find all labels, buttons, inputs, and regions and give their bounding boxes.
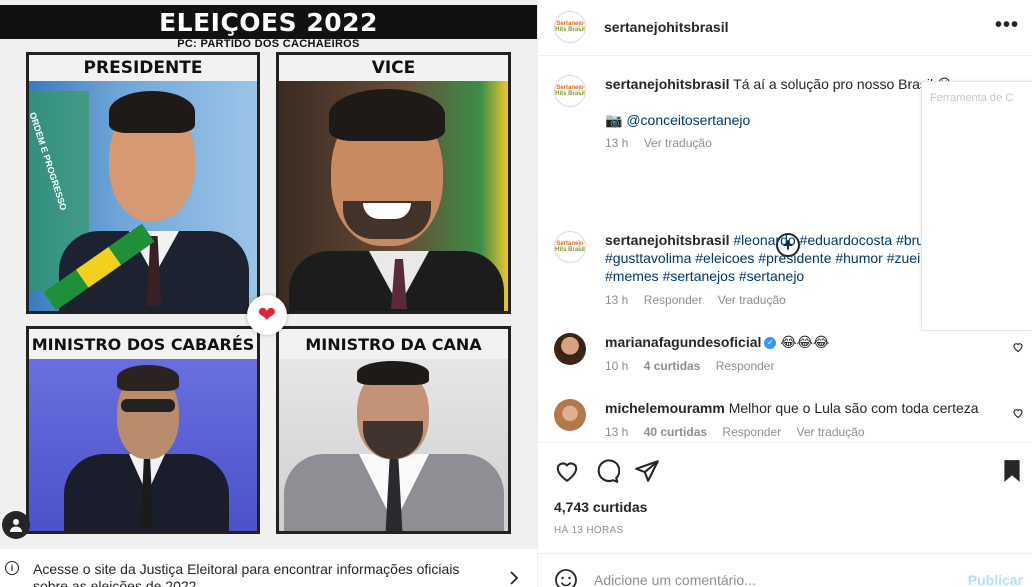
avatar-text: Hits Brasil (555, 91, 585, 97)
comment-body: Melhor que o Lula são com toda certeza (728, 400, 979, 416)
heart-icon: ❤ (247, 295, 287, 335)
reply-link[interactable]: Responder (716, 359, 775, 373)
like-comment-heart-icon[interactable] (1012, 341, 1024, 353)
emoji-smile-icon[interactable] (554, 568, 578, 587)
post-header: Sertanejo Hits Brasil sertanejohitsbrasi… (538, 0, 1032, 56)
image-title: ELEIÇOES 2022 (159, 7, 378, 37)
hair (109, 91, 195, 133)
card-photo (279, 359, 508, 531)
comment-likes[interactable]: 4 curtidas (644, 359, 701, 373)
card-photo (29, 359, 257, 531)
credit-link[interactable]: @conceitosertanejo (626, 112, 750, 128)
post-sidebar: Sertanejo Hits Brasil sertanejohitsbrasi… (537, 0, 1032, 587)
like-heart-icon[interactable] (554, 458, 580, 484)
see-translation-link[interactable]: Ver tradução (796, 425, 864, 439)
header-username[interactable]: sertanejohitsbrasil (604, 19, 729, 35)
card-ministro-cana: MINISTRO DA CANA (276, 326, 511, 534)
comment-time: 13 h (605, 425, 629, 439)
comment-username[interactable]: michelemouramm (605, 400, 725, 416)
person-icon (10, 519, 22, 532)
comment-avatar[interactable] (554, 333, 586, 365)
comment-text: michelemouramm Melhor que o Lula são com… (605, 399, 1000, 417)
card-label: PRESIDENTE (29, 55, 257, 81)
hair (357, 361, 429, 385)
comment-username[interactable]: marianafagundesoficial (605, 334, 761, 350)
chevron-right-icon[interactable] (508, 571, 520, 585)
caption-body: Tá aí a solução pro nosso Brasil 😅 (733, 76, 952, 92)
comment-likes[interactable]: 40 curtidas (644, 425, 707, 439)
like-comment-heart-icon[interactable] (1012, 407, 1024, 419)
more-options-icon[interactable]: ••• (995, 14, 1019, 37)
comment-time: 13 h (605, 293, 629, 307)
comment-meta: 13 h 40 curtidas Responder Ver tradução (605, 425, 877, 439)
caption-time: 13 h (605, 136, 629, 150)
post-time-ago: HÁ 13 HORAS (554, 525, 624, 536)
comments-list[interactable]: Sertanejo Hits Brasil sertanejohitsbrasi… (538, 57, 1032, 442)
see-translation-link[interactable]: Ver tradução (644, 136, 712, 150)
camera-icon: 📷 (605, 112, 623, 128)
comment-body: 😂😂😂 (780, 334, 830, 350)
comment-avatar[interactable] (554, 399, 586, 431)
tagged-users-icon[interactable] (2, 511, 30, 539)
reply-link[interactable]: Responder (644, 293, 703, 307)
comment-item: marianafagundesoficial ✓ 😂😂😂 10 h 4 curti… (554, 333, 1019, 377)
comment-input[interactable] (594, 570, 934, 587)
card-label: MINISTRO DOS CABARÉS (29, 329, 257, 359)
comment-item: michelemouramm Melhor que o Lula são com… (554, 399, 1019, 442)
comment-meta: 13 h Responder Ver tradução (605, 293, 798, 307)
info-icon: i (5, 561, 19, 575)
card-photo (279, 81, 508, 311)
translation-tool-panel[interactable]: Ferramenta de C (921, 81, 1032, 331)
post-comment-button[interactable]: Publicar (968, 572, 1023, 587)
hair (117, 365, 179, 391)
share-paper-plane-icon[interactable] (634, 458, 660, 484)
card-presidente: PRESIDENTE ORDEM E PROGRESSO (26, 52, 260, 314)
comment-time: 10 h (605, 359, 629, 373)
likes-count[interactable]: 4,743 curtidas (554, 499, 647, 515)
comment-bubble-icon[interactable] (594, 458, 620, 484)
hair (329, 89, 445, 141)
comment-text: marianafagundesoficial ✓ 😂😂😂 (605, 333, 1000, 351)
avatar-text: Hits Brasil (555, 27, 585, 33)
election-notice-banner[interactable]: i Acesse o site da Justiça Eleitoral par… (0, 548, 537, 587)
card-photo: ORDEM E PROGRESSO (29, 81, 257, 311)
card-label: VICE (279, 55, 508, 81)
add-comment-bar: Publicar (538, 553, 1032, 587)
see-translation-link[interactable]: Ver tradução (718, 293, 786, 307)
caption-meta: 13 h Ver tradução (605, 136, 724, 150)
overlay-text: Ferramenta de C (930, 92, 1014, 104)
reply-link[interactable]: Responder (722, 425, 781, 439)
sunglasses (121, 399, 175, 412)
profile-avatar[interactable]: Sertanejo Hits Brasil (554, 11, 586, 43)
post-image[interactable]: ELEIÇOES 2022 PC: PARTIDO DOS CACHAEIROS… (0, 0, 537, 587)
card-label: MINISTRO DA CANA (279, 329, 508, 359)
notice-text: Acesse o site da Justiça Eleitoral para … (33, 561, 460, 587)
saved-bookmark-icon[interactable] (999, 458, 1025, 484)
comment-meta: 10 h 4 curtidas Responder (605, 359, 786, 373)
verified-badge-icon: ✓ (764, 337, 777, 350)
caption-username[interactable]: sertanejohitsbrasil (605, 76, 730, 92)
comment-avatar[interactable]: Sertanejo Hits Brasil (554, 231, 586, 263)
card-ministro-cabares: MINISTRO DOS CABARÉS (26, 326, 260, 534)
caption-avatar[interactable]: Sertanejo Hits Brasil (554, 75, 586, 107)
avatar-text: Hits Brasil (555, 247, 585, 253)
post-actions: 4,743 curtidas HÁ 13 HORAS (538, 442, 1032, 552)
card-vice: VICE (276, 52, 511, 314)
comment-username[interactable]: sertanejohitsbrasil (605, 232, 730, 248)
